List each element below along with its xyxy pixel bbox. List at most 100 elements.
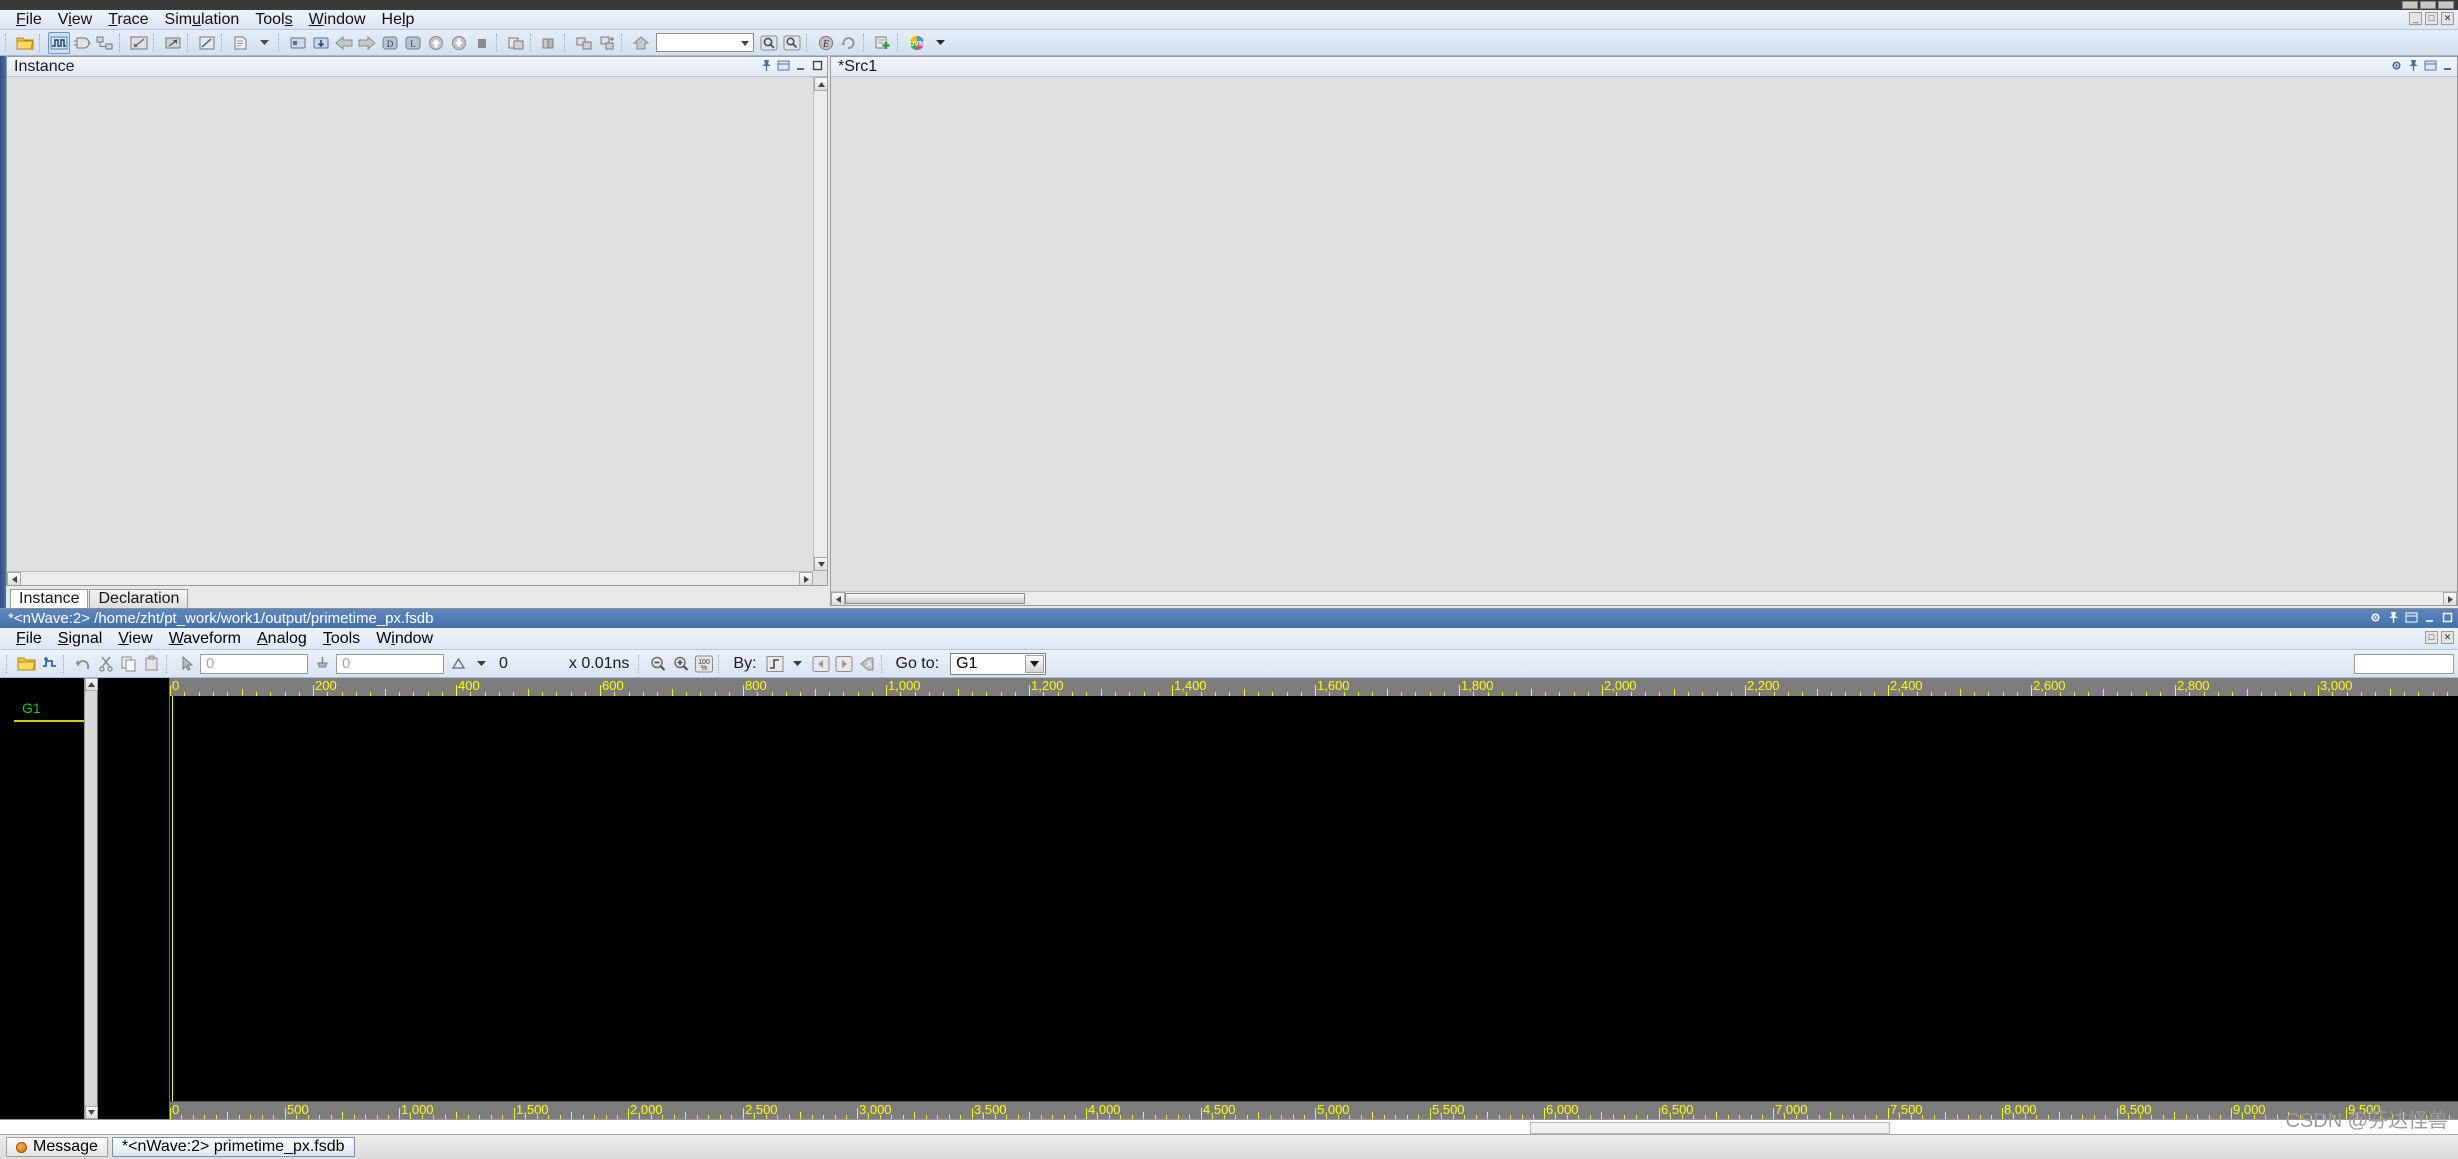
pointer-icon[interactable]: [175, 653, 197, 675]
forward-arrow-icon[interactable]: [356, 32, 378, 54]
copy-window-icon[interactable]: [505, 32, 527, 54]
zoom-out-icon[interactable]: [647, 653, 669, 675]
waveform-cursor[interactable]: [172, 696, 173, 1101]
open-folder-icon[interactable]: [14, 32, 36, 54]
time-start-field[interactable]: 0: [200, 653, 308, 674]
waveform-ruler-bottom[interactable]: 0 500 1,000 1,500 2,000 2,500 3,000 3,500 4,000 4…: [170, 1101, 2458, 1119]
paste-icon[interactable]: [141, 653, 163, 675]
triangle-icon[interactable]: [447, 653, 469, 675]
nwave-status-field[interactable]: [2354, 653, 2454, 674]
signal-name-pane[interactable]: G1: [0, 678, 98, 1119]
gear-icon[interactable]: [2390, 59, 2403, 72]
maximize-icon[interactable]: [2441, 611, 2454, 624]
next-arrow-icon[interactable]: [833, 653, 855, 675]
window-close-button[interactable]: [2438, 1, 2454, 9]
report-icon[interactable]: [230, 32, 252, 54]
edge-icon[interactable]: [764, 653, 786, 675]
up-arrow-icon[interactable]: [425, 32, 447, 54]
menu-item-simulation[interactable]: Simulation: [157, 9, 248, 31]
chevron-down-icon[interactable]: [787, 653, 809, 675]
nwave-menu-tools[interactable]: Tools: [315, 628, 368, 650]
chevron-down-icon[interactable]: [253, 32, 275, 54]
home-icon[interactable]: [630, 32, 652, 54]
source-horizontal-scrollbar[interactable]: [831, 591, 2457, 605]
scroll-up-button[interactable]: [85, 678, 98, 691]
nwave-menubar-close-button[interactable]: ✕: [2441, 631, 2454, 644]
tab-declaration[interactable]: Declaration: [89, 589, 189, 608]
pin-icon[interactable]: [2387, 611, 2400, 624]
nwave-menu-window[interactable]: Window: [368, 628, 441, 650]
signal-pane-scrollbar[interactable]: [84, 678, 98, 1119]
zoom-in-icon[interactable]: [670, 653, 692, 675]
scroll-up-button[interactable]: [814, 77, 827, 91]
nwave-menubar-window-buttons[interactable]: □ ✕: [2425, 631, 2454, 644]
open-folder-icon[interactable]: [15, 653, 37, 675]
tab-instance[interactable]: Instance: [10, 589, 89, 608]
source-panel-header-buttons[interactable]: [2390, 59, 2454, 72]
menu-item-tools[interactable]: Tools: [247, 9, 300, 31]
time-end-field[interactable]: 0: [336, 653, 444, 674]
goto-combo[interactable]: G1: [950, 652, 1047, 675]
source-panel-body[interactable]: [831, 77, 2457, 605]
copy-icon[interactable]: [118, 653, 140, 675]
menu-item-help[interactable]: Help: [374, 9, 423, 31]
expand-icon[interactable]: [573, 32, 595, 54]
undock-icon[interactable]: [2424, 59, 2437, 72]
nwave-menu-signal[interactable]: Signal: [50, 628, 110, 650]
chevron-down-icon[interactable]: [470, 653, 492, 675]
scroll-right-button[interactable]: [799, 572, 813, 585]
reload-icon[interactable]: [38, 653, 60, 675]
goto-dropdown-button[interactable]: [1025, 654, 1045, 673]
menu-item-file[interactable]: FFileile: [8, 9, 50, 31]
uvm-icon[interactable]: UVM: [906, 32, 928, 54]
undo-icon[interactable]: [72, 653, 94, 675]
instance-vertical-scrollbar[interactable]: [813, 77, 827, 571]
menubar-close-button[interactable]: ✕: [2441, 12, 2454, 25]
window-system-buttons[interactable]: [2402, 1, 2458, 9]
minimize-icon[interactable]: [794, 59, 807, 72]
scroll-down-button[interactable]: [814, 557, 827, 571]
schematic-icon[interactable]: [71, 32, 93, 54]
minimize-icon[interactable]: [2441, 59, 2454, 72]
zoom-fit-button[interactable]: 100 %: [693, 653, 715, 675]
signal-value-pane[interactable]: [98, 678, 170, 1119]
menu-item-window[interactable]: Window: [301, 9, 374, 31]
scroll-left-button[interactable]: [7, 572, 21, 585]
any-edge-icon[interactable]: A: [856, 653, 878, 675]
stop-icon[interactable]: [471, 32, 493, 54]
minimize-icon[interactable]: [2423, 611, 2436, 624]
nwave-menu-file[interactable]: File: [8, 628, 50, 650]
find-next-icon[interactable]: [781, 32, 803, 54]
window-maximize-button[interactable]: [2420, 1, 2436, 9]
pin-icon[interactable]: [760, 59, 773, 72]
nwave-menu-analog[interactable]: Analog: [249, 628, 315, 650]
flow-icon[interactable]: [162, 32, 184, 54]
source-icon[interactable]: [310, 32, 332, 54]
nwave-menu-waveform[interactable]: Waveform: [161, 628, 249, 650]
nwave-title-buttons[interactable]: [2369, 611, 2454, 624]
waveform-icon[interactable]: [48, 31, 70, 54]
chevron-down-icon[interactable]: [929, 32, 951, 54]
cut-icon[interactable]: [95, 653, 117, 675]
collapse-icon[interactable]: [596, 32, 618, 54]
instance-panel-header-buttons[interactable]: [760, 59, 824, 72]
menu-item-trace[interactable]: Trace: [100, 9, 156, 31]
waveform-ruler-top[interactable]: 0 200 400 600 800 1,000 1,200 1,400 1,600 1,800 2,…: [170, 678, 2458, 696]
refresh-icon[interactable]: [838, 32, 860, 54]
marker-tool-icon[interactable]: [311, 653, 333, 675]
scroll-right-button[interactable]: [2443, 592, 2457, 605]
transaction-icon[interactable]: [287, 32, 309, 54]
instance-horizontal-scrollbar[interactable]: [7, 571, 813, 585]
pin-icon[interactable]: [2407, 59, 2420, 72]
gear-icon[interactable]: [2369, 611, 2382, 624]
prev-arrow-icon[interactable]: [810, 653, 832, 675]
menubar-window-buttons[interactable]: _ □ ✕: [2409, 12, 2454, 25]
nwave-menu-view[interactable]: View: [110, 628, 160, 650]
source-scroll-thumb[interactable]: [845, 593, 1025, 604]
scroll-left-button[interactable]: [831, 592, 845, 605]
window-minimize-button[interactable]: [2402, 1, 2418, 9]
evaluate-icon[interactable]: E: [815, 32, 837, 54]
add-signal-icon[interactable]: [872, 32, 894, 54]
hierarchy-icon[interactable]: [94, 32, 116, 54]
search-combo[interactable]: [656, 33, 754, 52]
